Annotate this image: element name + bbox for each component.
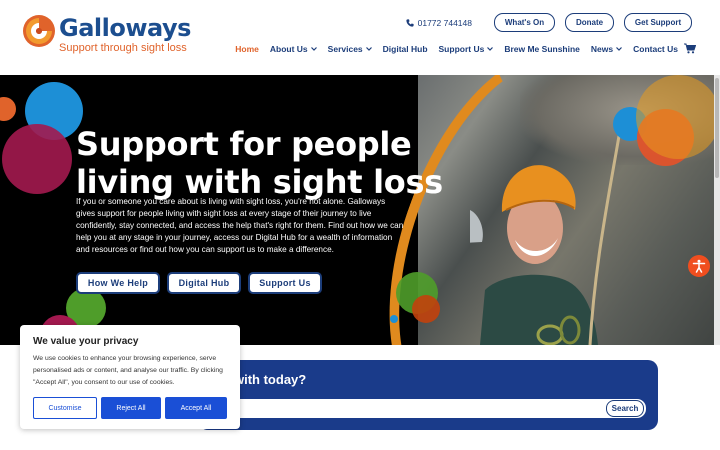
hero-buttons: How We Help Digital Hub Support Us (76, 272, 329, 294)
cart-icon[interactable] (684, 43, 696, 54)
cookie-title: We value your privacy (33, 336, 139, 347)
accept-all-button[interactable]: Accept All (165, 397, 227, 419)
nav-item-home[interactable]: Home (235, 44, 259, 54)
decorative-circle (636, 75, 720, 159)
chevron-down-icon (616, 46, 623, 51)
search-button[interactable]: Search (606, 400, 644, 417)
donate-button[interactable]: Donate (565, 13, 614, 32)
nav-label: About Us (269, 43, 308, 54)
logo-swirl-icon (23, 15, 55, 47)
main-nav: Home About Us Services Digital Hub Suppo… (224, 43, 696, 54)
hero-title-line: Support for people (76, 125, 412, 163)
decorative-circle (412, 295, 440, 323)
get-support-button[interactable]: Get Support (624, 13, 692, 32)
hero-description: If you or someone you care about is livi… (76, 197, 404, 254)
chevron-down-icon (310, 46, 317, 51)
nav-item-news[interactable]: News (590, 43, 623, 54)
support-us-button[interactable]: Support Us (248, 272, 322, 294)
scrollbar-thumb[interactable] (715, 78, 719, 178)
decorative-circle (2, 124, 72, 194)
top-bar: 01772 744148 What's On Donate Get Suppor… (406, 13, 692, 32)
nav-item-support-us[interactable]: Support Us (439, 44, 494, 54)
decorative-circle (0, 97, 16, 121)
nav-label: Support Us (438, 43, 485, 54)
nav-label: Home (235, 43, 259, 54)
nav-item-about-us[interactable]: About Us (270, 44, 317, 54)
galloways-logo[interactable]: Galloways Support through sight loss (22, 14, 191, 55)
logo-tagline: Support through sight loss (59, 42, 187, 54)
chevron-down-icon (487, 46, 494, 51)
accessibility-icon (692, 259, 706, 273)
hero-title: Support for people living with sight los… (76, 125, 443, 201)
nav-label: News (590, 43, 614, 54)
phone-link[interactable]: 01772 744148 (406, 18, 472, 28)
how-we-help-button[interactable]: How We Help (76, 272, 160, 294)
cookie-buttons: Customise Reject All Accept All (33, 397, 231, 419)
nav-item-brew-me-sunshine[interactable]: Brew Me Sunshine (504, 44, 580, 54)
nav-label: Services (327, 43, 363, 54)
search-panel (198, 360, 658, 430)
reject-all-button[interactable]: Reject All (101, 397, 161, 419)
hero-banner: Support for people living with sight los… (0, 75, 720, 345)
nav-label: Digital Hub (382, 43, 428, 54)
nav-label: Brew Me Sunshine (504, 43, 580, 54)
cookie-consent-banner: We value your privacy We use cookies to … (20, 325, 240, 429)
decorative-circle (390, 315, 398, 323)
accessibility-button[interactable] (688, 255, 710, 277)
whats-on-button[interactable]: What's On (494, 13, 555, 32)
nav-label: Contact Us (633, 43, 678, 54)
page: Galloways Support through sight loss 017… (0, 0, 720, 450)
logo-name: Galloways (59, 14, 191, 42)
chevron-down-icon (365, 46, 372, 51)
site-header: Galloways Support through sight loss 017… (0, 0, 720, 75)
phone-number: 01772 744148 (417, 17, 472, 28)
search-question: with today? (234, 372, 307, 387)
customise-button[interactable]: Customise (33, 397, 97, 419)
nav-item-digital-hub[interactable]: Digital Hub (383, 44, 428, 54)
nav-item-services[interactable]: Services (328, 44, 372, 54)
digital-hub-button[interactable]: Digital Hub (167, 272, 241, 294)
nav-item-contact-us[interactable]: Contact Us (633, 44, 678, 54)
search-input[interactable] (210, 399, 646, 418)
cookie-text: We use cookies to enhance your browsing … (33, 355, 223, 386)
phone-icon (406, 18, 414, 27)
